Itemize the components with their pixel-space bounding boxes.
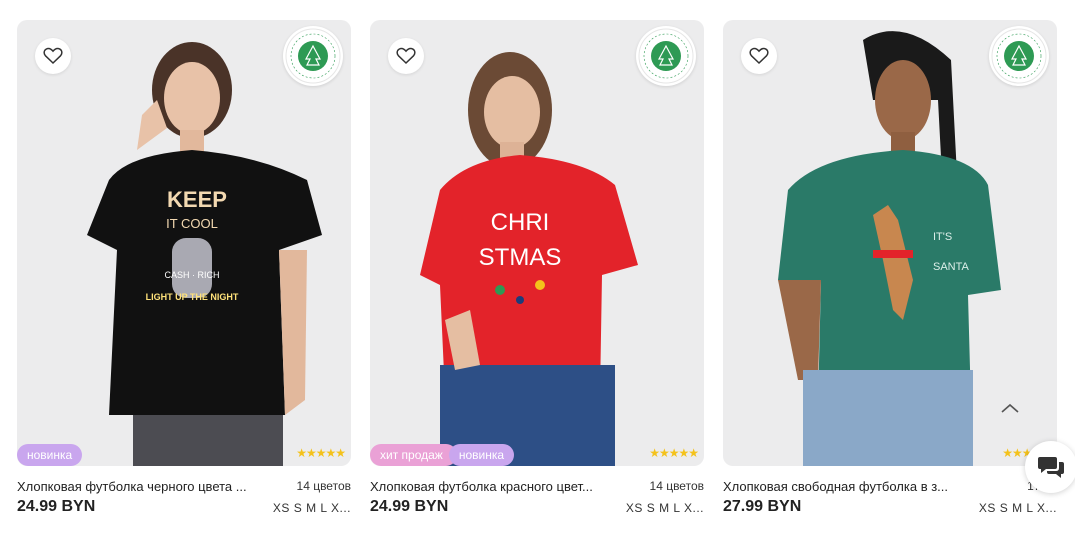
product-title[interactable]: Хлопковая свободная футболка в з... — [723, 479, 968, 494]
sizes-list: XS S M L X... — [625, 501, 704, 515]
badge-bestseller: хит продаж — [370, 444, 457, 466]
favorite-button[interactable] — [35, 38, 71, 74]
svg-text:IT'S: IT'S — [933, 231, 952, 243]
product-photo[interactable]: KEEP IT COOL CASH · RICH LIGHT UP THE NI… — [17, 20, 351, 466]
model-figure: CHRI STMAS — [420, 52, 638, 466]
model-figure: KEEP IT COOL CASH · RICH LIGHT UP THE NI… — [87, 42, 322, 466]
heart-outline-icon — [396, 47, 416, 65]
scroll-up-button[interactable] — [995, 393, 1025, 423]
shirt-print-text: CHRI — [491, 209, 550, 236]
heart-outline-icon — [749, 47, 769, 65]
new-year-collection-seal-icon — [636, 26, 696, 86]
product-price: 24.99 BYN — [370, 498, 449, 515]
heart-outline-icon — [43, 47, 63, 65]
favorite-button[interactable] — [741, 38, 777, 74]
product-title[interactable]: Хлопковая футболка красного цвет... — [370, 479, 615, 494]
sizes-list: XS S M L X... — [978, 501, 1057, 515]
badge-group: новинка — [17, 444, 83, 466]
product-price: 27.99 BYN — [723, 498, 802, 515]
chat-button[interactable] — [1025, 441, 1075, 493]
product-price: 24.99 BYN — [17, 498, 96, 515]
product-photo[interactable]: CHRI STMAS хит продаж новинка ★★★★★ — [370, 20, 704, 466]
colors-count: 14 цветов — [649, 479, 704, 493]
shirt-print-text: KEEP — [167, 187, 227, 212]
product-card[interactable]: IT'S SANTA ★★★★★ Хлопковая свободная фут… — [723, 20, 1057, 520]
svg-text:LIGHT UP THE NIGHT: LIGHT UP THE NIGHT — [146, 292, 239, 302]
new-year-collection-seal-icon — [989, 26, 1049, 86]
chevron-up-icon — [1001, 403, 1019, 413]
svg-text:SANTA: SANTA — [933, 261, 970, 273]
rating-stars: ★★★★★ — [296, 446, 346, 460]
new-year-collection-seal-icon — [283, 26, 343, 86]
product-card[interactable]: CHRI STMAS хит продаж новинка ★★★★★ Хлоп… — [370, 20, 704, 520]
product-title[interactable]: Хлопковая футболка черного цвета ... — [17, 479, 262, 494]
chat-bubbles-icon — [1038, 457, 1064, 478]
favorite-button[interactable] — [388, 38, 424, 74]
tshirt-shape — [420, 155, 638, 395]
rating-stars: ★★★★★ — [649, 446, 699, 460]
sizes-list: XS S M L X... — [272, 501, 351, 515]
product-card[interactable]: KEEP IT COOL CASH · RICH LIGHT UP THE NI… — [17, 20, 351, 520]
svg-text:IT COOL: IT COOL — [166, 216, 218, 231]
badge-group: хит продаж новинка — [370, 444, 515, 466]
svg-text:STMAS: STMAS — [479, 244, 562, 271]
badge-new: новинка — [448, 444, 515, 466]
colors-count: 14 цветов — [296, 479, 351, 493]
badge-new: новинка — [17, 444, 83, 466]
svg-text:CASH · RICH: CASH · RICH — [164, 270, 219, 280]
